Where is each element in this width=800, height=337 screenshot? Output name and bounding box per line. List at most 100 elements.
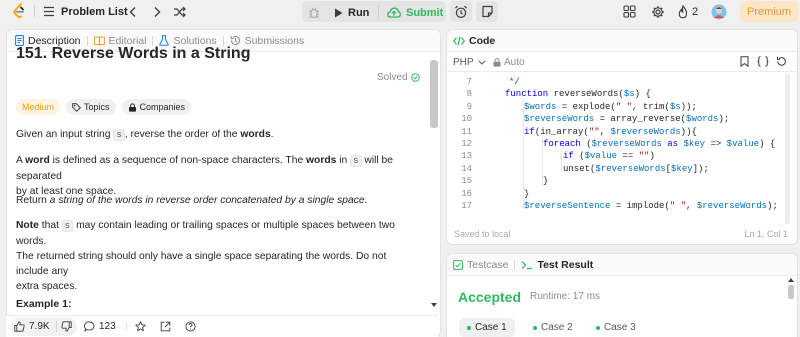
divider bbox=[126, 323, 127, 331]
tab-test-result-label: Test Result bbox=[537, 258, 594, 271]
streak-count: 2 bbox=[692, 5, 699, 18]
tab-code-label: Code bbox=[469, 34, 496, 47]
scroll-up-arrow-icon[interactable] bbox=[788, 277, 794, 282]
gear-icon bbox=[652, 5, 664, 18]
terminal-icon bbox=[522, 260, 533, 269]
code-token: )){ bbox=[680, 126, 697, 137]
code-line: 12 foreach ($reverseWords as $key => $val… bbox=[0, 138, 788, 150]
saved-status: Saved to local bbox=[454, 229, 511, 239]
divider bbox=[34, 5, 35, 17]
tab-submissions-label: Submissions bbox=[244, 34, 305, 47]
bookmark-button[interactable] bbox=[740, 56, 749, 70]
code-token: $value bbox=[584, 151, 618, 162]
prev-problem-button[interactable] bbox=[128, 0, 138, 23]
inline-code: s bbox=[61, 220, 74, 232]
code-token: "" bbox=[638, 151, 650, 162]
debug-button[interactable] bbox=[308, 1, 320, 24]
line-number: 14 bbox=[461, 163, 472, 174]
user-avatar[interactable] bbox=[711, 0, 727, 23]
code-token: $key bbox=[683, 138, 706, 149]
code-scrollbar[interactable] bbox=[785, 74, 790, 224]
streak-counter[interactable]: 2 bbox=[677, 0, 698, 23]
cloud-upload-icon bbox=[387, 7, 401, 18]
result-scrollbar[interactable] bbox=[788, 285, 794, 299]
case-tab-2[interactable]: Case 2 bbox=[525, 318, 581, 337]
code-token: , bbox=[686, 200, 697, 211]
pass-dot bbox=[467, 325, 471, 330]
dislike-button[interactable] bbox=[61, 321, 72, 335]
code-token: ( bbox=[573, 151, 585, 162]
next-problem-button[interactable] bbox=[152, 0, 162, 23]
case-tab-3[interactable]: Case 3 bbox=[588, 318, 644, 337]
language-selector[interactable]: PHP bbox=[453, 57, 486, 68]
scroll-down-arrow-icon[interactable] bbox=[431, 303, 437, 308]
tab-test-result[interactable]: Test Result bbox=[515, 254, 599, 276]
cursor-position: Ln 1, Col 1 bbox=[744, 229, 788, 239]
code-line: 13 if ($value == "") bbox=[0, 150, 788, 162]
code-token: $value bbox=[726, 138, 760, 149]
help-circle-icon bbox=[185, 321, 196, 332]
format-code-button[interactable] bbox=[757, 56, 769, 71]
help-button[interactable] bbox=[185, 321, 196, 335]
code-token: ); bbox=[767, 200, 778, 211]
submit-label: Submit bbox=[406, 6, 444, 19]
code-token: ]); bbox=[692, 163, 709, 174]
code-token: $reverseWords bbox=[696, 200, 768, 211]
code-brackets-icon bbox=[453, 36, 465, 45]
code-token: reverseWords( bbox=[548, 89, 624, 100]
code-line: 8 function reverseWords($s) { bbox=[0, 88, 788, 100]
line-number: 17 bbox=[461, 200, 472, 211]
settings-button[interactable] bbox=[651, 0, 665, 23]
code-line: 14 unset($reverseWords[$key]); bbox=[0, 163, 788, 175]
problem-list-button[interactable]: Problem List bbox=[42, 0, 128, 23]
reset-code-button[interactable] bbox=[776, 56, 787, 70]
line-number: 9 bbox=[466, 101, 472, 112]
timer-button[interactable] bbox=[450, 1, 472, 22]
bookmark-icon bbox=[740, 56, 749, 68]
leetcode-logo[interactable] bbox=[12, 3, 26, 19]
lock-icon bbox=[493, 58, 501, 67]
tab-testcase[interactable]: Testcase bbox=[447, 254, 514, 276]
code-token: , bbox=[599, 126, 611, 137]
notes-button[interactable] bbox=[476, 1, 498, 22]
thumbs-up-icon bbox=[14, 321, 25, 332]
description-paragraph-4: Note that s may contain leading or trail… bbox=[16, 218, 421, 294]
case-label: Case 2 bbox=[541, 322, 573, 333]
code-token: if bbox=[563, 151, 574, 162]
code-token: "" bbox=[588, 126, 600, 137]
auto-label: Auto bbox=[504, 57, 525, 68]
text: may contain leading or trailing spaces o… bbox=[16, 220, 395, 247]
run-button[interactable]: Run bbox=[334, 1, 369, 24]
like-button[interactable] bbox=[14, 321, 25, 335]
layout-button[interactable] bbox=[623, 0, 636, 23]
code-line: 9 $words = explode(" ", trim($s)); bbox=[0, 101, 788, 113]
comments-button[interactable] bbox=[84, 321, 95, 335]
code-token: $reverseWords bbox=[591, 138, 662, 149]
like-count: 7.9K bbox=[29, 321, 50, 332]
random-problem-button[interactable] bbox=[173, 0, 186, 23]
code-token: = implode( bbox=[610, 200, 670, 211]
submit-button[interactable]: Submit bbox=[387, 1, 443, 24]
language-label: PHP bbox=[453, 57, 474, 68]
code-token: $reverseSentence bbox=[524, 200, 611, 211]
code-editor[interactable]: 7 */ 8 function reverseWords($s) { 9 $words… bbox=[0, 76, 788, 212]
share-button[interactable] bbox=[160, 321, 171, 335]
line-number: 11 bbox=[461, 126, 472, 137]
code-token: ) bbox=[649, 151, 655, 162]
code-token: " " bbox=[669, 200, 687, 211]
case-label: Case 1 bbox=[475, 322, 507, 333]
auto-complete-toggle[interactable]: Auto bbox=[493, 57, 525, 68]
chevron-left-icon bbox=[129, 6, 136, 17]
tab-code[interactable]: Code bbox=[447, 30, 501, 52]
code-token: as bbox=[661, 138, 684, 149]
code-token: $s bbox=[669, 101, 681, 112]
reset-icon bbox=[777, 56, 786, 66]
case-tab-1[interactable]: Case 1 bbox=[459, 318, 515, 337]
code-toolbar: PHP Auto bbox=[446, 52, 798, 72]
favorite-button[interactable] bbox=[134, 320, 147, 335]
flame-icon bbox=[678, 4, 688, 18]
comment-icon bbox=[84, 321, 95, 332]
code-token: , trim( bbox=[632, 101, 670, 112]
premium-button[interactable]: Premium bbox=[740, 1, 798, 22]
code-line: 15} bbox=[0, 175, 788, 187]
